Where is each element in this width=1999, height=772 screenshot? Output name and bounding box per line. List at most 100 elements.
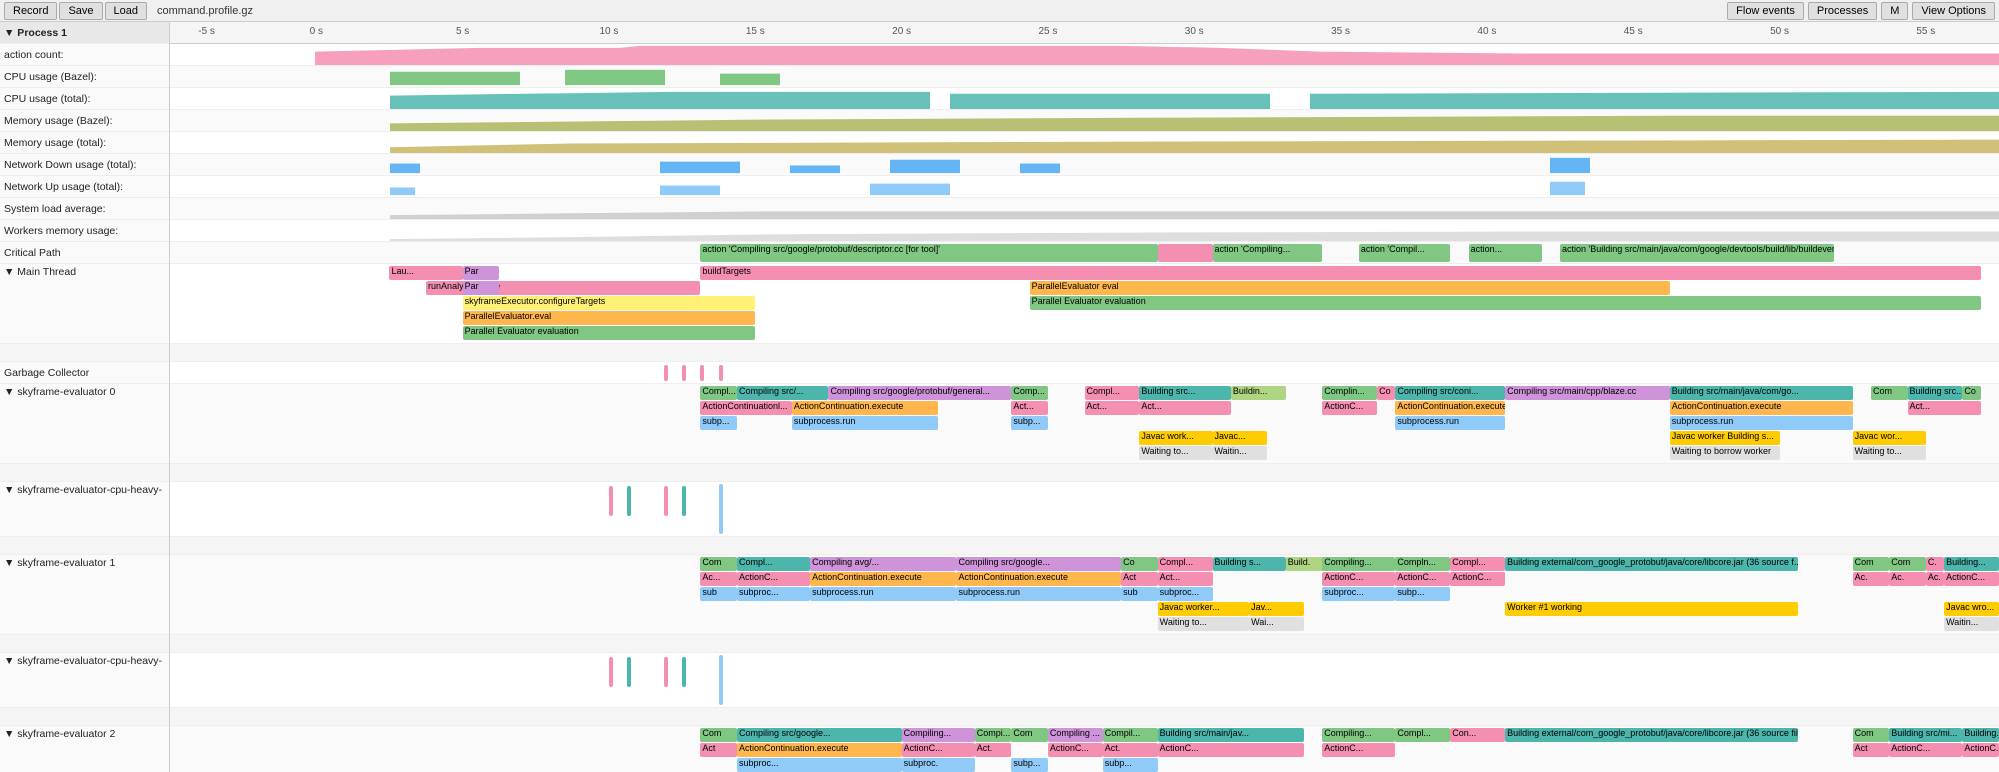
sf1-com2[interactable]: Com xyxy=(1853,557,1890,571)
load-button[interactable]: Load xyxy=(105,2,147,20)
flow-events-button[interactable]: Flow events xyxy=(1727,2,1804,20)
sf1-worker1[interactable]: Worker #1 working xyxy=(1505,602,1798,616)
mt-launch[interactable]: Lau... xyxy=(389,266,462,280)
sf0-sub2[interactable]: subprocess.run xyxy=(792,416,938,430)
sf2-com[interactable]: Com xyxy=(700,728,737,742)
mt-parallel-eval[interactable]: ParallelEvaluator eval xyxy=(1030,281,1670,295)
sf0-wait4[interactable]: Waiting to... xyxy=(1853,446,1926,460)
sf0-act4[interactable]: Act... xyxy=(1139,401,1230,415)
sf2-compl[interactable]: Compl... xyxy=(1395,728,1450,742)
sf0-javac4[interactable]: Javac wor... xyxy=(1853,431,1926,445)
sf0-javac1[interactable]: Javac work... xyxy=(1139,431,1212,445)
sf1-subproc2[interactable]: subproc... xyxy=(1158,587,1213,601)
sf0-act8[interactable]: Act... xyxy=(1908,401,1981,415)
sf1-wait3[interactable]: Waitin... xyxy=(1944,617,1999,631)
sf0-wait2[interactable]: Waitin... xyxy=(1213,446,1268,460)
sf1-sub1[interactable]: sub xyxy=(700,587,737,601)
critical-path-pink[interactable] xyxy=(1158,244,1213,262)
sf1-javac3[interactable]: Javac wro... xyxy=(1944,602,1999,616)
sf1-compiling-google[interactable]: Compiling src/google... xyxy=(956,557,1121,571)
record-button[interactable]: Record xyxy=(4,2,57,20)
sf0-compiling-maincpp[interactable]: Compiling src/main/cpp/blaze.cc xyxy=(1505,386,1670,400)
view-options-button[interactable]: View Options xyxy=(1912,2,1995,20)
sf1-subproc[interactable]: subproc... xyxy=(737,587,810,601)
sf2-building-src2[interactable]: Building src/mi... xyxy=(1889,728,1962,742)
sf0-act6[interactable]: ActionContinuation.execute xyxy=(1395,401,1505,415)
sf0-compiling-google[interactable]: Compiling src/google/protobuf/general... xyxy=(828,386,1011,400)
mt-build-targets[interactable]: buildTargets xyxy=(700,266,1980,280)
sf0-building-src2[interactable]: Building src... xyxy=(1908,386,1963,400)
sf0-act-cont1[interactable]: ActionContinuationl... xyxy=(700,401,791,415)
sf0-comp1[interactable]: Comp... xyxy=(1011,386,1048,400)
sf0-sub4[interactable]: subprocess.run xyxy=(1395,416,1505,430)
sf0-wait3[interactable]: Waiting to borrow worker xyxy=(1670,446,1780,460)
sf0-building-src[interactable]: Building src... xyxy=(1139,386,1230,400)
sf1-subproc3[interactable]: subproc... xyxy=(1322,587,1395,601)
sf0-complin[interactable]: Complin... xyxy=(1322,386,1377,400)
sf2-actcont1[interactable]: ActionContinuation.execute xyxy=(737,743,902,757)
critical-path-bar-4[interactable]: action... xyxy=(1469,244,1542,262)
sf1-subproc4[interactable]: subp... xyxy=(1395,587,1450,601)
sf2-compiling3[interactable]: Compiling ... xyxy=(1048,728,1103,742)
sf2-con[interactable]: Con... xyxy=(1450,728,1505,742)
sf0-act3[interactable]: Act... xyxy=(1085,401,1140,415)
critical-path-bar-3[interactable]: action 'Compil... xyxy=(1359,244,1450,262)
sf1-compl3[interactable]: Compl... xyxy=(1450,557,1505,571)
sf2-act5[interactable]: Act. xyxy=(1103,743,1158,757)
sf0-act7[interactable]: ActionContinuation.execute xyxy=(1670,401,1853,415)
sf2-com3[interactable]: Com xyxy=(1853,728,1890,742)
sf1-compln[interactable]: Compln... xyxy=(1395,557,1450,571)
sf0-co[interactable]: Co xyxy=(1377,386,1395,400)
sf1-wait1[interactable]: Waiting to... xyxy=(1158,617,1249,631)
sf1-act6[interactable]: ActionC... xyxy=(1450,572,1505,586)
sf2-act9[interactable]: ActionC... xyxy=(1962,743,1999,757)
sf1-actcont1[interactable]: ActionContinuation.execute xyxy=(810,572,956,586)
sf1-act10[interactable]: ActionC... xyxy=(1944,572,1999,586)
sf1-act5[interactable]: ActionC... xyxy=(1395,572,1450,586)
mt-skyframe-config[interactable]: skyframeExecutor.configureTargets xyxy=(463,296,756,310)
sf1-compl2[interactable]: Compl... xyxy=(1158,557,1213,571)
sf1-actionc[interactable]: ActionC... xyxy=(737,572,810,586)
sf1-building-ext[interactable]: Building external/com_google_protobuf/ja… xyxy=(1505,557,1798,571)
sf2-compi[interactable]: Compi... xyxy=(975,728,1012,742)
processes-button[interactable]: Processes xyxy=(1808,2,1877,20)
sf1-javac1[interactable]: Javac worker... xyxy=(1158,602,1249,616)
sf1-compl[interactable]: Compl... xyxy=(737,557,810,571)
sf1-complin2[interactable]: Compiling... xyxy=(1322,557,1395,571)
critical-path-bar-5[interactable]: action 'Building src/main/java/com/googl… xyxy=(1560,244,1834,262)
sf2-actd[interactable]: ActionC... xyxy=(1158,743,1304,757)
mt-par[interactable]: Par xyxy=(463,266,500,280)
mt-parallel-eval-eval[interactable]: Parallel Evaluator evaluation xyxy=(463,326,756,340)
sf1-act8[interactable]: Ac. xyxy=(1889,572,1926,586)
sf0-act2[interactable]: Act... xyxy=(1011,401,1048,415)
sf2-compiling2[interactable]: Compiling... xyxy=(902,728,975,742)
sf0-compiling-src[interactable]: Compiling src/... xyxy=(737,386,828,400)
sf0-sub3[interactable]: subp... xyxy=(1011,416,1048,430)
sf2-subproc[interactable]: subproc. xyxy=(902,758,975,772)
sf2-com2[interactable]: Com xyxy=(1011,728,1048,742)
sf0-sub5[interactable]: subprocess.run xyxy=(1670,416,1853,430)
sf2-building-ext[interactable]: Building external/com_google_protobuf/ja… xyxy=(1505,728,1798,742)
sf2-act2[interactable]: ActionC... xyxy=(902,743,975,757)
sf2-sub1[interactable]: subproc... xyxy=(737,758,902,772)
sf2-act8[interactable]: ActionC... xyxy=(1889,743,1962,757)
sf1-wait2[interactable]: Wai... xyxy=(1249,617,1304,631)
sf1-co[interactable]: Co xyxy=(1121,557,1158,571)
sf0-co2[interactable]: Co xyxy=(1962,386,1980,400)
sf1-javac2[interactable]: Jav... xyxy=(1249,602,1304,616)
sf1-building2[interactable]: Building... xyxy=(1944,557,1999,571)
sf0-sub1[interactable]: subp... xyxy=(700,416,737,430)
sf1-c[interactable]: C. xyxy=(1926,557,1944,571)
sf0-act5[interactable]: ActionC... xyxy=(1322,401,1377,415)
sf0-com2[interactable]: Com xyxy=(1871,386,1908,400)
sf0-building-mainj[interactable]: Building src/main/java/com/go... xyxy=(1670,386,1853,400)
sf1-ac[interactable]: Ac... xyxy=(700,572,737,586)
sf1-compiling-avg[interactable]: Compiling avg/... xyxy=(810,557,956,571)
sf0-compiling-src2[interactable]: Compiling src/coni... xyxy=(1395,386,1505,400)
sf0-javac3[interactable]: Javac worker Building s... xyxy=(1670,431,1780,445)
sf2-subp[interactable]: subp... xyxy=(1011,758,1048,772)
sf2-compil[interactable]: Compil... xyxy=(1103,728,1158,742)
m-button[interactable]: M xyxy=(1881,2,1908,20)
sf1-act2[interactable]: Act xyxy=(1121,572,1158,586)
sf2-building-mainj[interactable]: Building src/main/jav... xyxy=(1158,728,1304,742)
